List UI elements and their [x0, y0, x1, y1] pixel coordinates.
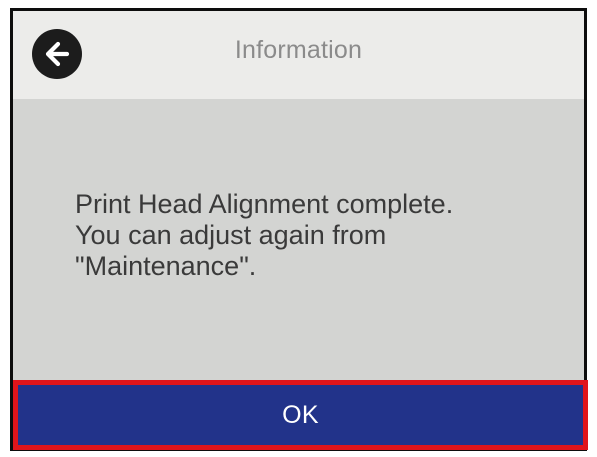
status-message: Print Head Alignment complete. You can a…	[75, 189, 565, 282]
ok-button[interactable]: OK	[13, 380, 588, 450]
message-line-3: "Maintenance".	[75, 251, 257, 281]
message-line-1: Print Head Alignment complete.	[75, 189, 454, 219]
ok-button-label: OK	[282, 400, 319, 429]
printer-display: Information Print Head Alignment complet…	[0, 0, 597, 457]
message-line-2: You can adjust again from	[75, 220, 387, 250]
header-bar: Information	[13, 11, 584, 99]
page-title: Information	[234, 36, 363, 64]
